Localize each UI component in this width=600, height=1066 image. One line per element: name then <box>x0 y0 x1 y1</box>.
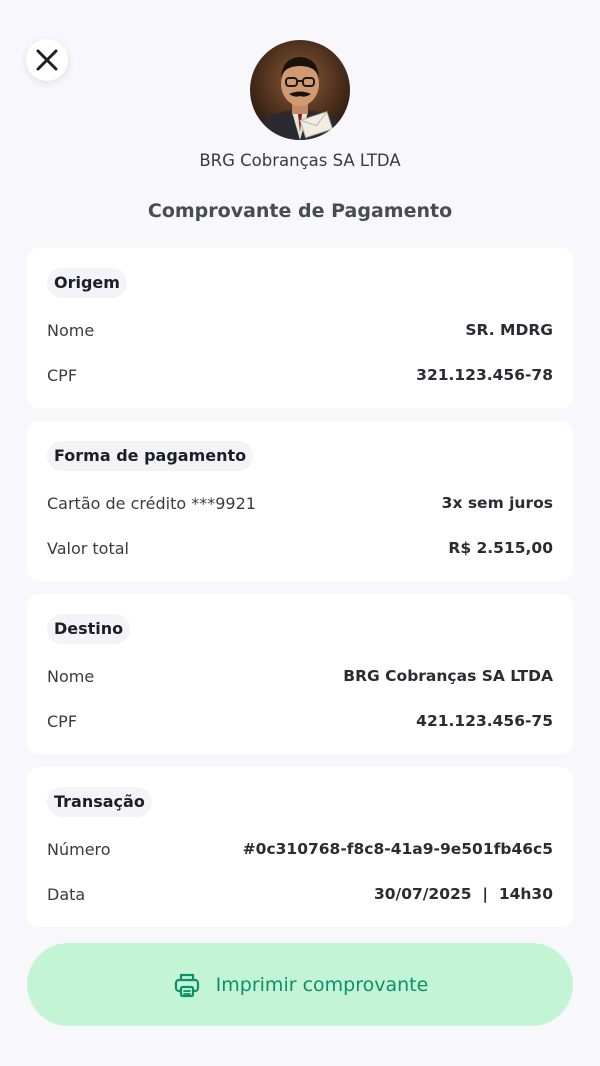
print-button-label: Imprimir comprovante <box>215 973 429 996</box>
row-value: 3x sem juros <box>441 494 553 512</box>
origin-name-row: Nome SR. MDRG <box>47 318 553 342</box>
row-value: 30/07/2025 | 14h30 <box>373 885 553 903</box>
destination-card: Destino Nome BRG Cobranças SA LTDA CPF 4… <box>27 594 573 754</box>
close-button[interactable] <box>26 39 68 81</box>
destination-cpf-row: CPF 421.123.456-75 <box>47 709 553 733</box>
section-tag-payment-method: Forma de pagamento <box>47 441 254 471</box>
destination-name-row: Nome BRG Cobranças SA LTDA <box>47 664 553 688</box>
payment-card-row: Cartão de crédito ***9921 3x sem juros <box>47 491 553 515</box>
row-value: 321.123.456-78 <box>416 366 553 384</box>
close-icon <box>36 49 58 71</box>
payment-total-row: Valor total R$ 2.515,00 <box>47 536 553 560</box>
row-value: #0c310768-f8c8-41a9-9e501fb46c5 <box>242 840 553 858</box>
row-value: SR. MDRG <box>465 321 553 339</box>
print-receipt-button[interactable]: Imprimir comprovante <box>27 943 573 1026</box>
transaction-number-row: Número #0c310768-f8c8-41a9-9e501fb46c5 <box>47 837 553 861</box>
row-label: Nome <box>47 320 95 340</box>
origin-cpf-row: CPF 321.123.456-78 <box>47 363 553 387</box>
transaction-card: Transação Número #0c310768-f8c8-41a9-9e5… <box>27 767 573 927</box>
printer-icon <box>174 973 199 997</box>
row-label: CPF <box>47 711 78 731</box>
page-title: Comprovante de Pagamento <box>147 200 453 222</box>
section-tag-destination: Destino <box>47 614 131 644</box>
row-label: Data <box>47 884 86 904</box>
row-value: BRG Cobranças SA LTDA <box>343 667 553 685</box>
row-label: Nome <box>47 666 95 686</box>
payment-receipt-screen: BRG Cobranças SA LTDA Comprovante de Pag… <box>0 0 600 1066</box>
row-value: 421.123.456-75 <box>416 712 553 730</box>
transaction-date-row: Data 30/07/2025 | 14h30 <box>47 882 553 906</box>
payment-method-card: Forma de pagamento Cartão de crédito ***… <box>27 421 573 581</box>
section-tag-transaction: Transação <box>47 787 152 817</box>
row-label: Cartão de crédito ***9921 <box>47 493 256 513</box>
company-avatar <box>250 40 350 140</box>
row-label: CPF <box>47 365 78 385</box>
origin-card: Origem Nome SR. MDRG CPF 321.123.456-78 <box>27 248 573 408</box>
row-label: Número <box>47 839 111 859</box>
section-tag-origin: Origem <box>47 268 127 298</box>
row-value: R$ 2.515,00 <box>448 539 553 557</box>
row-label: Valor total <box>47 538 129 558</box>
company-name: BRG Cobranças SA LTDA <box>199 151 401 170</box>
